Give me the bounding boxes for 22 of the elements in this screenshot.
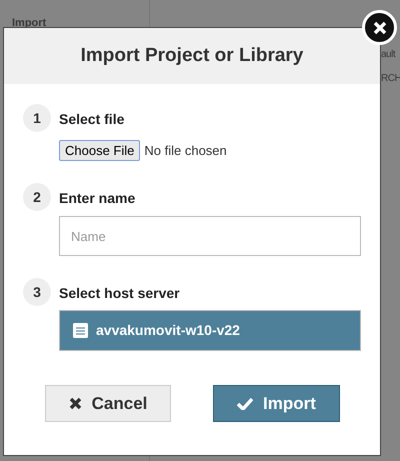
sidebar-heading: Import (12, 17, 46, 29)
background-text: ault (381, 48, 397, 62)
step-label: Select host server (59, 284, 181, 303)
server-list-item[interactable]: avvakumovit-w10-v22 (59, 310, 361, 351)
server-name: avvakumovit-w10-v22 (96, 321, 240, 340)
dialog-title: Import Project or Library (80, 44, 304, 68)
cancel-button[interactable]: Cancel (45, 385, 171, 422)
close-button[interactable] (362, 10, 397, 45)
step-label: Select file (59, 110, 126, 129)
file-status: No file chosen (144, 142, 227, 160)
choose-file-button[interactable]: Choose File (59, 140, 140, 161)
background-text: RCH (381, 72, 400, 86)
step-number: 2 (23, 183, 51, 211)
close-icon (372, 20, 386, 34)
x-icon (68, 397, 82, 410)
server-icon (73, 323, 88, 338)
import-button[interactable]: Import (213, 385, 340, 422)
step-label: Enter name (59, 189, 136, 208)
step-number: 1 (23, 104, 51, 132)
name-input-field[interactable]: Name (59, 216, 361, 256)
step-number: 3 (23, 278, 51, 306)
check-icon (237, 397, 254, 410)
